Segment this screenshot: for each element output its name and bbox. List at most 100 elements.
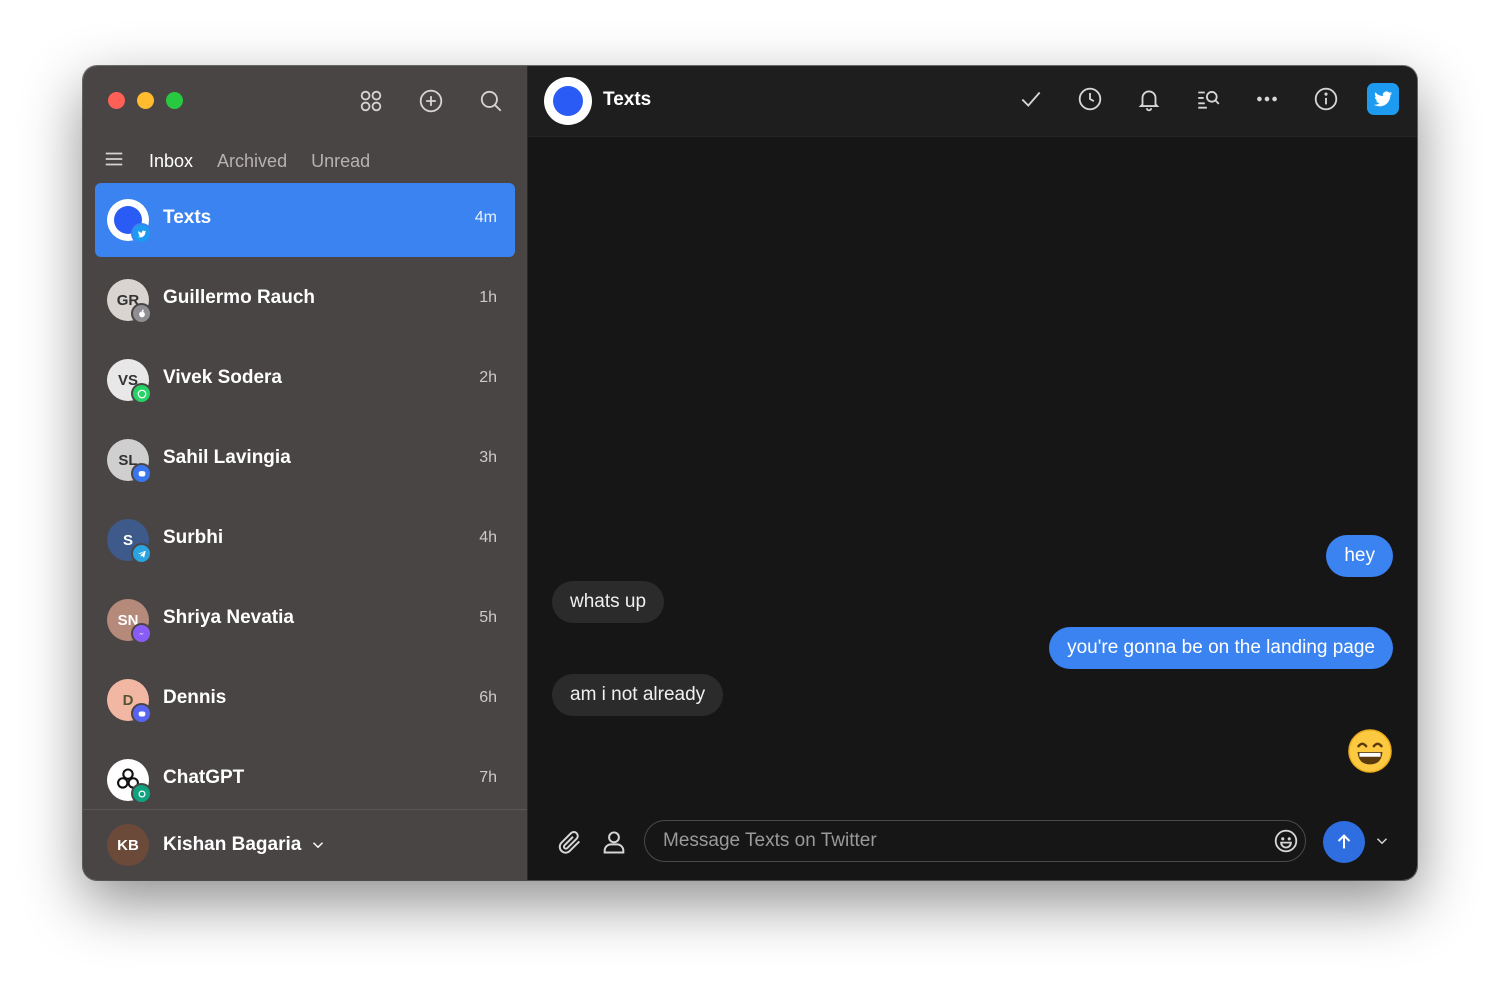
chat-toolbar (1013, 83, 1399, 115)
avatar: D (107, 679, 152, 724)
twitter-bird-icon (1373, 91, 1393, 107)
chat-info-button[interactable] (1308, 84, 1344, 114)
open-twitter-button[interactable] (1367, 83, 1399, 115)
account-menu-button[interactable] (309, 836, 327, 854)
grinning-face-icon (1348, 729, 1392, 773)
conversation-name: Dennis (163, 687, 227, 708)
avatar: KB (107, 824, 149, 866)
tab-unread[interactable]: Unread (311, 151, 370, 172)
messenger-badge-icon (131, 623, 152, 644)
send-options-button[interactable] (1373, 832, 1393, 852)
ellipsis-icon (1257, 96, 1277, 102)
list-search-icon (1198, 91, 1220, 109)
chat-header: Texts (528, 66, 1417, 137)
conversation-item-chatgpt[interactable]: ChatGPT 7h (95, 743, 515, 817)
conversation-time: 4m (474, 209, 497, 226)
apple-badge-icon (131, 303, 152, 324)
account-name: Kishan Bagaria (163, 834, 302, 855)
chat-avatar[interactable] (544, 77, 592, 125)
search-in-chat-button[interactable] (1190, 84, 1226, 114)
conversation-item-guillermo-rauch[interactable]: GR Guillermo Rauch 1h (95, 263, 515, 337)
bell-icon (1138, 90, 1160, 112)
apps-grid-button[interactable] (353, 86, 389, 116)
conversation-name: Surbhi (163, 527, 224, 548)
conversation-name: Shriya Nevatia (163, 607, 294, 628)
conversation-time: 1h (479, 289, 497, 306)
conversation-item-vivek-sodera[interactable]: VS Vivek Sodera 2h (95, 343, 515, 417)
telegram-badge-icon (131, 543, 152, 564)
account-avatar: KB (107, 824, 149, 866)
conversation-list: Texts 4m GR Guillermo Rauch 1h VS Vivek … (83, 183, 527, 823)
message-bubble-outgoing[interactable]: you're gonna be on the landing page (1049, 627, 1393, 669)
message-bubble-incoming[interactable]: am i not already (552, 674, 724, 716)
new-chat-button[interactable] (413, 86, 449, 116)
conversation-time: 6h (479, 689, 497, 706)
conversation-item-surbhi[interactable]: S Surbhi 4h (95, 503, 515, 577)
person-icon (603, 831, 625, 854)
menu-button[interactable] (103, 148, 125, 175)
app-window: Inbox Archived Unread Texts 4m GR Guille… (83, 66, 1417, 880)
mark-done-button[interactable] (1013, 84, 1049, 114)
clock-icon (1078, 87, 1102, 111)
message-bubble-outgoing[interactable]: hey (1326, 535, 1393, 577)
signal-badge-icon (131, 463, 152, 484)
avatar: SL (107, 439, 152, 484)
conversation-item-sahil-lavingia[interactable]: SL Sahil Lavingia 3h (95, 423, 515, 497)
plus-circle-icon (419, 89, 443, 113)
sidebar-toolbar (353, 86, 509, 116)
conversation-time: 4h (479, 529, 497, 546)
search-icon (480, 90, 502, 112)
conversation-name: Guillermo Rauch (163, 287, 316, 308)
hamburger-menu-icon (105, 152, 123, 166)
avatar: SN (107, 599, 152, 644)
conversation-name: ChatGPT (163, 767, 245, 788)
minimize-window-button[interactable] (137, 92, 154, 109)
avatar (107, 759, 152, 804)
tab-inbox[interactable]: Inbox (149, 151, 193, 172)
zoom-window-button[interactable] (166, 92, 183, 109)
smiley-icon (1274, 829, 1298, 853)
notifications-button[interactable] (1131, 84, 1167, 114)
avatar: GR (107, 279, 152, 324)
info-icon (1314, 87, 1338, 111)
message-composer (528, 806, 1417, 880)
emoji-picker-button[interactable] (1273, 828, 1301, 856)
contact-button[interactable] (600, 828, 630, 858)
account-switcher[interactable]: KB Kishan Bagaria (83, 809, 527, 880)
openai-badge-icon (131, 783, 152, 804)
close-window-button[interactable] (108, 92, 125, 109)
conversation-name: Texts (163, 207, 212, 228)
snooze-button[interactable] (1072, 84, 1108, 114)
conversation-item-texts[interactable]: Texts 4m (95, 183, 515, 257)
paperclip-icon (558, 831, 581, 854)
grinning-face-emoji-message[interactable] (1347, 728, 1393, 774)
sidebar: Inbox Archived Unread Texts 4m GR Guille… (83, 66, 528, 880)
conversation-time: 5h (479, 609, 497, 626)
conversation-time: 2h (479, 369, 497, 386)
conversation-name: Sahil Lavingia (163, 447, 291, 468)
attach-button[interactable] (556, 828, 586, 858)
message-input[interactable] (644, 820, 1306, 862)
avatar: S (107, 519, 152, 564)
conversation-item-dennis[interactable]: D Dennis 6h (95, 663, 515, 737)
tab-archived[interactable]: Archived (217, 151, 287, 172)
whatsapp-badge-icon (131, 383, 152, 404)
arrow-up-icon (1337, 834, 1351, 849)
texts-logo-icon (553, 86, 583, 116)
conversation-time: 7h (479, 769, 497, 786)
conversation-time: 3h (479, 449, 497, 466)
twitter-badge-icon (131, 223, 152, 244)
window-controls (108, 92, 183, 109)
discord-badge-icon (131, 703, 152, 724)
more-options-button[interactable] (1249, 84, 1285, 114)
conversation-item-shriya-nevatia[interactable]: SN Shriya Nevatia 5h (95, 583, 515, 657)
checkmark-icon (1021, 91, 1041, 107)
inbox-filters: Inbox Archived Unread (103, 148, 370, 175)
avatar: VS (107, 359, 152, 404)
chevron-down-icon (1376, 838, 1388, 845)
message-bubble-incoming[interactable]: whats up (552, 581, 665, 623)
avatar (107, 199, 152, 244)
send-button[interactable] (1323, 821, 1365, 863)
search-button[interactable] (473, 86, 509, 116)
four-circles-icon (360, 90, 382, 112)
